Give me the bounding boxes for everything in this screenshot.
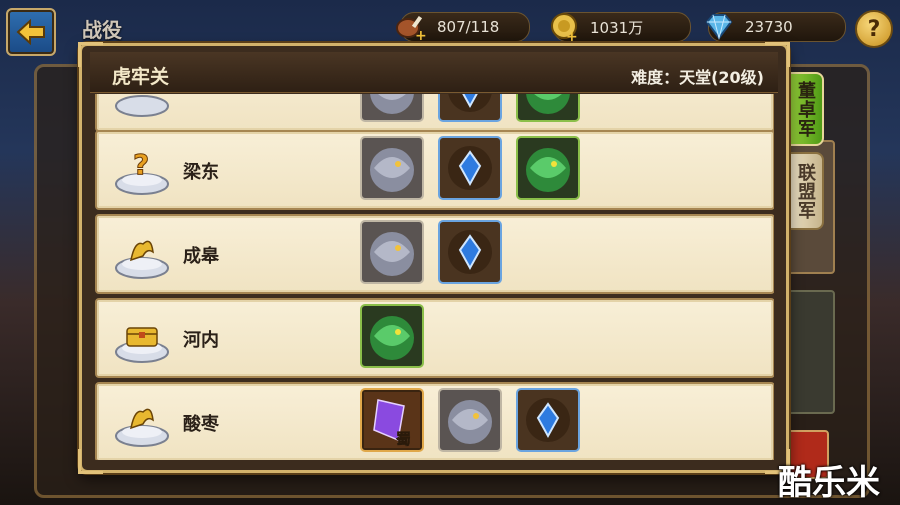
tab-alliance-army[interactable]: 联盟军 bbox=[786, 152, 824, 230]
stage-row[interactable]: ? 梁东 bbox=[95, 130, 774, 210]
stage-row[interactable]: 成皋 bbox=[95, 214, 774, 294]
svg-text:+: + bbox=[415, 28, 427, 42]
background-slot-card bbox=[785, 290, 835, 414]
back-arrow-icon bbox=[16, 19, 45, 45]
svg-text:+: + bbox=[566, 29, 578, 42]
grey-beast-icon bbox=[370, 232, 414, 276]
difficulty-label: 难度：天堂(20级) bbox=[631, 68, 764, 87]
stage-name: 酸枣 bbox=[183, 414, 219, 435]
page-title: 战役 bbox=[82, 18, 122, 42]
grey-beast-icon bbox=[448, 400, 492, 444]
coin-icon: + bbox=[551, 13, 578, 42]
diamond-icon bbox=[705, 14, 733, 40]
golden-ornament-icon bbox=[115, 240, 169, 279]
question-mark-icon: ? bbox=[115, 148, 169, 195]
reward-slot-green-beast[interactable] bbox=[360, 304, 424, 368]
golden-ornament-icon bbox=[115, 408, 169, 447]
blue-gem-icon bbox=[448, 146, 492, 190]
reward-slot-blue-gem[interactable] bbox=[438, 220, 502, 284]
svg-text:?: ? bbox=[133, 148, 149, 181]
diamond-counter: 23730 bbox=[705, 12, 846, 42]
stamina-counter: + 807/118 bbox=[396, 12, 530, 42]
reward-slot-green-beast[interactable] bbox=[516, 136, 580, 200]
reward-slot-grey-beast[interactable] bbox=[360, 94, 424, 122]
grey-beast-icon bbox=[370, 148, 414, 192]
help-button[interactable]: ? bbox=[855, 10, 893, 48]
stage-row[interactable]: 酸枣 蜀 bbox=[95, 382, 774, 460]
reward-slot-grey-beast[interactable] bbox=[438, 388, 502, 452]
treasure-chest-icon bbox=[115, 327, 169, 363]
back-button[interactable] bbox=[6, 8, 56, 56]
meat-icon: + bbox=[396, 15, 427, 42]
blue-gem-icon bbox=[448, 230, 492, 274]
gold-counter: + 1031万 bbox=[551, 12, 691, 42]
grey-beast-icon bbox=[370, 94, 414, 114]
stage-row-partial[interactable] bbox=[95, 94, 774, 132]
purple-crystal-shu-icon: 蜀 bbox=[364, 392, 420, 448]
dialog-header: 虎牢关 难度：天堂(20级) bbox=[90, 52, 778, 93]
pedestal-icon bbox=[115, 95, 169, 117]
reward-slot-green-beast[interactable] bbox=[516, 94, 580, 122]
stage-row[interactable]: 河内 bbox=[95, 298, 774, 378]
green-beast-icon bbox=[526, 94, 570, 114]
stage-name: 梁东 bbox=[183, 162, 219, 183]
stage-name: 成皋 bbox=[183, 246, 219, 267]
blue-gem-icon bbox=[448, 94, 492, 112]
reward-slot-purple-crystal[interactable]: 蜀 bbox=[360, 388, 424, 452]
stage-list-dialog: 虎牢关 难度：天堂(20级) ? 梁东 成皋 河内 酸枣 蜀 bbox=[78, 42, 790, 474]
reward-slot-blue-gem[interactable] bbox=[516, 388, 580, 452]
reward-slot-blue-gem[interactable] bbox=[438, 94, 502, 122]
reward-slot-grey-beast[interactable] bbox=[360, 220, 424, 284]
stage-list[interactable]: ? 梁东 成皋 河内 酸枣 蜀 bbox=[92, 94, 774, 460]
green-beast-icon bbox=[370, 316, 414, 360]
reward-slot-grey-beast[interactable] bbox=[360, 136, 424, 200]
reward-slot-blue-gem[interactable] bbox=[438, 136, 502, 200]
dialog-title: 虎牢关 bbox=[112, 66, 170, 88]
stage-name: 河内 bbox=[183, 330, 219, 351]
shu-label: 蜀 bbox=[396, 430, 411, 448]
watermark: 酷乐米 bbox=[778, 463, 880, 503]
green-beast-icon bbox=[526, 148, 570, 192]
blue-gem-icon bbox=[526, 398, 570, 442]
tab-dongzhuo-army[interactable]: 董卓军 bbox=[786, 72, 824, 146]
